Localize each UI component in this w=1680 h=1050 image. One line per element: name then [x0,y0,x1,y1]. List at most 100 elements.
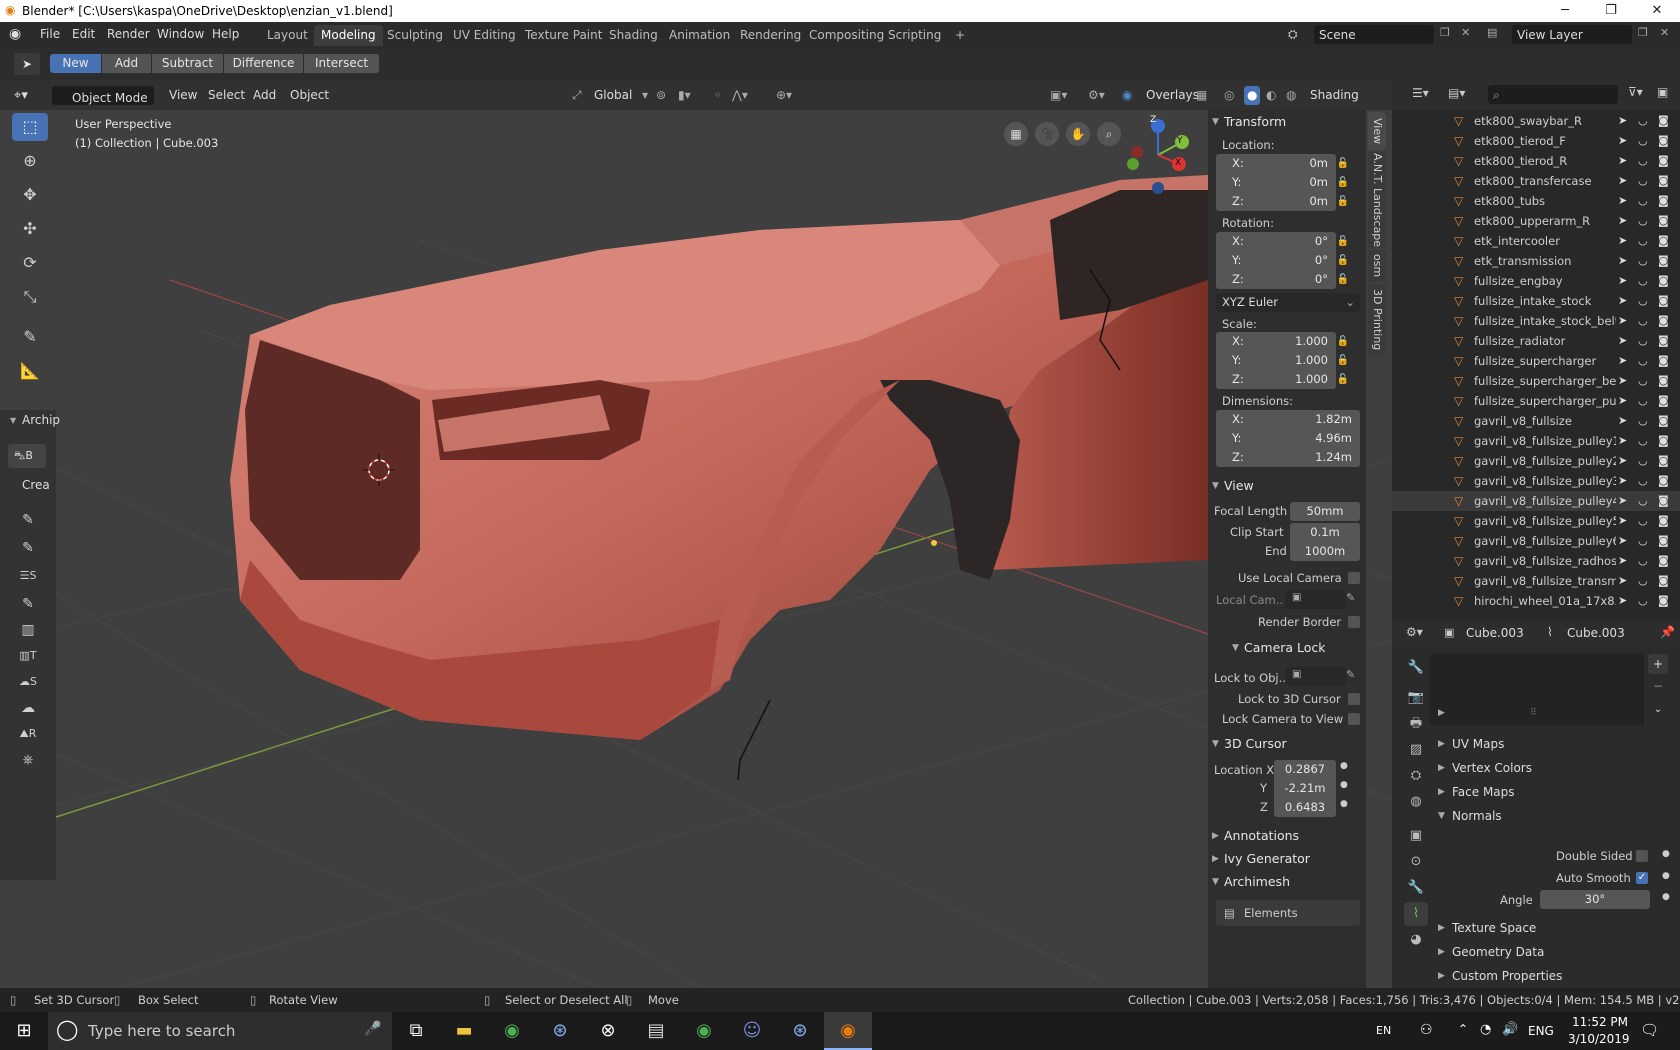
archimesh-header[interactable]: ▼ Archimesh [1208,870,1366,894]
elements-panel[interactable]: ▤ Elements [1216,900,1360,926]
pivot-icon[interactable]: ⊕▾ [776,86,792,105]
solid-shading-icon[interactable]: ● [1244,86,1261,105]
lock-to-object-field[interactable]: ▣ [1286,667,1346,686]
dimensions-x-field[interactable]: X: 1.82m [1216,410,1360,429]
outliner-editor-icon[interactable]: ☰▾ [1412,86,1429,100]
camera-view-icon[interactable]: 🎥 [1035,122,1059,146]
scene-selector[interactable]: Scene [1314,25,1434,44]
outliner-row[interactable]: ▽ etk800_swaybar_R ➤ ◡ ◙ [1392,111,1680,131]
select-arrow-icon[interactable]: ➤ [1618,291,1627,311]
render-camera-icon[interactable]: ◙ [1658,351,1669,371]
render-camera-icon[interactable]: ◙ [1658,411,1669,431]
render-camera-icon[interactable]: ◙ [1658,111,1669,131]
input-language[interactable]: ENG [1528,1024,1554,1038]
people-icon[interactable]: ⚇ [1420,1022,1433,1038]
select-arrow-icon[interactable]: ➤ [1618,511,1627,531]
use-local-camera-checkbox[interactable] [1348,572,1360,584]
rotation-z-field[interactable]: Z: 0° [1216,270,1336,289]
visibility-eye-icon[interactable]: ◡ [1638,271,1648,291]
camera-lock-header[interactable]: ▼ Camera Lock [1208,636,1366,660]
overlays-icon[interactable]: ◉ [1122,86,1132,105]
3d-cursor-header[interactable]: ▼ 3D Cursor [1208,732,1366,756]
face-maps-list[interactable]: ▶ ⠿ [1430,654,1644,726]
rotate-tool-icon[interactable]: ⟳ [12,249,48,277]
double-sided-checkbox[interactable] [1636,850,1648,862]
lock-icon[interactable]: 🔓 [1336,154,1350,173]
lock-icon[interactable]: 🔓 [1336,173,1350,192]
render-camera-icon[interactable]: ◙ [1658,491,1669,511]
render-camera-icon[interactable]: ◙ [1658,271,1669,291]
display-mode-icon[interactable]: ▤▾ [1448,86,1465,100]
render-camera-icon[interactable]: ◙ [1658,511,1669,531]
menu-object[interactable]: Object [290,86,329,105]
steam-2-icon[interactable]: ⊛ [776,1012,824,1050]
select-arrow-icon[interactable]: ➤ [1618,431,1627,451]
xbox-icon[interactable]: ⊗ [584,1012,632,1050]
outliner-row[interactable]: ▽ gavril_v8_fullsize_pulley6 ➤ ◡ ◙ [1392,531,1680,551]
keyframe-dot-icon[interactable]: ● [1340,780,1348,790]
scene-copy-icon[interactable]: ❐ [1440,26,1450,39]
tab-sculpting[interactable]: Sculpting [380,25,450,46]
tab-osm[interactable]: osm [1368,250,1386,282]
visibility-eye-icon[interactable]: ◡ [1638,431,1648,451]
archip-car-button[interactable]: ⛍B [8,444,46,468]
toggle-grid-icon[interactable]: ▦ [1004,122,1028,146]
discord-icon[interactable]: ☺ [728,1012,776,1050]
tab-uv-editing[interactable]: UV Editing [446,25,523,46]
keyframe-dot-icon[interactable]: ● [1662,849,1670,859]
keyframe-dot-icon[interactable]: ● [1662,892,1670,902]
tab-ant-landscape[interactable]: A.N.T. Landscape [1368,152,1386,248]
menu-help[interactable]: Help [212,27,239,41]
render-camera-icon[interactable]: ◙ [1658,531,1669,551]
select-arrow-icon[interactable]: ➤ [1618,111,1627,131]
select-box-tool-icon[interactable]: ⬚ [12,113,48,141]
select-tool-icon[interactable]: ➤ [14,53,40,75]
angle-field[interactable]: 30° [1540,890,1650,909]
file-explorer-icon[interactable]: ▬ [440,1012,488,1050]
outliner-row[interactable]: ▽ fullsize_engbay ➤ ◡ ◙ [1392,271,1680,291]
view-layer-selector[interactable]: View Layer [1512,25,1632,44]
render-camera-icon[interactable]: ◙ [1658,551,1669,571]
visibility-eye-icon[interactable]: ◡ [1638,131,1648,151]
select-arrow-icon[interactable]: ➤ [1618,231,1627,251]
archip-wall-icon[interactable]: ✎ [10,506,46,534]
outliner-row[interactable]: ▽ gavril_v8_fullsize_radhose ➤ ◡ ◙ [1392,551,1680,571]
menu-select[interactable]: Select [208,86,245,105]
render-camera-icon[interactable]: ◙ [1658,251,1669,271]
archip-collapse-icon[interactable]: ▼ [10,416,16,425]
tray-chevron-icon[interactable]: ⌃ [1458,1022,1468,1036]
view-layer-icon[interactable]: ▤ [1487,26,1497,39]
scene-remove-icon[interactable]: ✕ [1461,26,1470,39]
tab-compositing[interactable]: Compositing [802,25,891,46]
move-view-tool-icon[interactable]: ✥ [12,181,48,209]
visibility-eye-icon[interactable]: ◡ [1638,451,1648,471]
rendered-shading-icon[interactable]: ◍ [1286,86,1296,105]
minimize-button[interactable]: ─ [1542,0,1588,22]
location-x-field[interactable]: X: 0m [1216,154,1336,173]
menu-add[interactable]: Add [253,86,276,105]
bool-intersect-button[interactable]: Intersect [304,54,380,73]
pin-icon[interactable]: 📌 [1660,625,1675,639]
outliner-row[interactable]: ▽ gavril_v8_fullsize_pulley2 ➤ ◡ ◙ [1392,451,1680,471]
steam-icon[interactable]: ⊛ [536,1012,584,1050]
cursor-location-z-field[interactable]: 0.6483 [1274,798,1336,817]
lock-icon[interactable]: 🔓 [1336,370,1350,389]
visibility-eye-icon[interactable]: ◡ [1638,531,1648,551]
modifiers-tab-icon[interactable]: 🔧 [1404,876,1428,900]
menu-edit[interactable]: Edit [72,27,95,41]
lock-camera-to-view-checkbox[interactable] [1348,713,1360,725]
list-menu-chevron-icon[interactable]: ⌄ [1648,700,1668,720]
select-arrow-icon[interactable]: ➤ [1618,191,1627,211]
dimensions-y-field[interactable]: Y: 4.96m [1216,429,1360,448]
visibility-eye-icon[interactable]: ◡ [1638,311,1648,331]
move-tool-icon[interactable]: ✣ [12,215,48,243]
visibility-eye-icon[interactable]: ◡ [1638,151,1648,171]
volume-icon[interactable]: 🔊 [1502,1022,1518,1037]
bool-add-button[interactable]: Add [102,54,152,73]
menu-file[interactable]: File [40,27,60,41]
visibility-eye-icon[interactable]: ◡ [1638,291,1648,311]
outliner-row[interactable]: ▽ etk_transmission ➤ ◡ ◙ [1392,251,1680,271]
scale-x-field[interactable]: X: 1.000 [1216,332,1336,351]
outliner-row[interactable]: ▽ gavril_v8_fullsize_transmiss➤ ◡ ◙ [1392,571,1680,591]
tab-modeling[interactable]: Modeling [314,25,383,46]
